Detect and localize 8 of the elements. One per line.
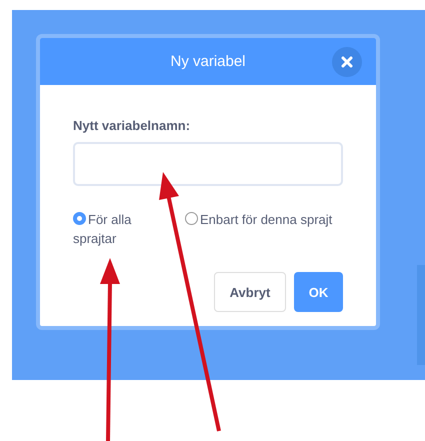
close-icon <box>341 56 353 68</box>
field-label: Nytt variabelnamn: <box>73 118 192 133</box>
scope-radio[interactable]: Enbart för denna sprajt <box>185 210 335 248</box>
variable-name-field[interactable] <box>73 142 343 186</box>
scope-radio[interactable]: För alla sprajtar <box>73 210 173 248</box>
close-button[interactable] <box>332 47 362 77</box>
dialog-title: Ny variabel <box>170 53 246 70</box>
cancel-button[interactable]: Avbryt <box>214 272 286 312</box>
